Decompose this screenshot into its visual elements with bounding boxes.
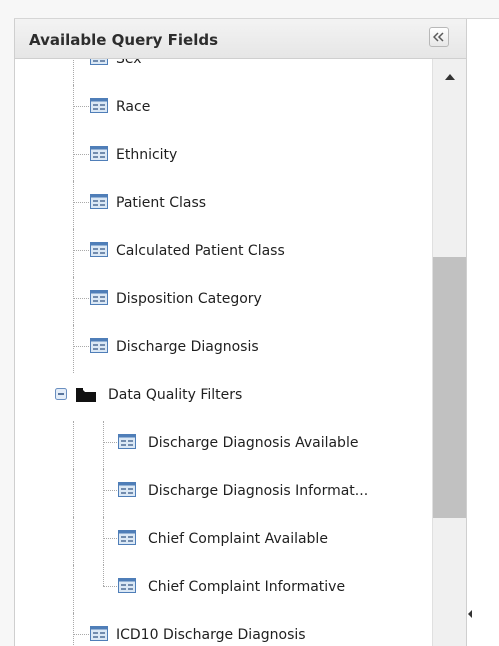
tree-item[interactable]: Discharge Diagnosis Available bbox=[15, 421, 430, 469]
app-canvas: Available Query Fields Sex Race Ethnicity P… bbox=[0, 0, 499, 646]
tree-item-label: Discharge Diagnosis Informat... bbox=[148, 483, 369, 499]
query-fields-tree: Sex Race Ethnicity Patient Class Calculated … bbox=[15, 59, 430, 646]
tree-item-label: ICD10 Discharge Diagnosis bbox=[116, 627, 306, 643]
tree-connector-line bbox=[103, 490, 117, 491]
query-field-icon bbox=[118, 578, 136, 593]
tree-item-label: Race bbox=[116, 99, 151, 115]
tree-connector-line bbox=[73, 154, 89, 155]
tree-item-label: Calculated Patient Class bbox=[116, 243, 285, 259]
tree-connector-line bbox=[73, 106, 89, 107]
splitter-grip-icon[interactable] bbox=[467, 602, 473, 626]
query-field-icon bbox=[90, 290, 108, 305]
double-chevron-left-icon bbox=[433, 32, 444, 42]
tree-connector-line bbox=[73, 202, 89, 203]
query-field-icon bbox=[90, 242, 108, 257]
scroll-up-button[interactable] bbox=[433, 59, 466, 93]
left-gutter bbox=[0, 0, 14, 646]
tree-item-label: Sex bbox=[116, 59, 142, 67]
tree-item[interactable]: Disposition Category bbox=[15, 277, 430, 325]
tree-connector-line bbox=[73, 59, 74, 85]
tree-item[interactable]: Race bbox=[15, 85, 430, 133]
tree-connector-line bbox=[103, 442, 117, 443]
tree-connector-line bbox=[103, 421, 104, 469]
tree-connector-line bbox=[73, 421, 74, 469]
tree-item[interactable]: Ethnicity bbox=[15, 133, 430, 181]
query-field-icon bbox=[118, 530, 136, 545]
tree-item-label: Chief Complaint Informative bbox=[148, 579, 346, 595]
query-field-icon bbox=[90, 98, 108, 113]
collapse-node-icon[interactable] bbox=[55, 388, 67, 400]
collapse-panel-button[interactable] bbox=[429, 27, 449, 47]
tree-connector-line bbox=[103, 469, 104, 517]
tree-item-label: Ethnicity bbox=[116, 147, 178, 163]
tree-item[interactable]: Chief Complaint Available bbox=[15, 517, 430, 565]
tree-item-label: Disposition Category bbox=[116, 291, 262, 307]
tree-connector-line bbox=[73, 277, 74, 325]
tree-connector-line bbox=[73, 325, 74, 373]
query-field-icon bbox=[118, 482, 136, 497]
query-field-icon bbox=[118, 434, 136, 449]
tree-item[interactable]: Discharge Diagnosis bbox=[15, 325, 430, 373]
tree-connector-line bbox=[73, 346, 89, 347]
tree-connector-line bbox=[103, 565, 104, 586]
tree-item-label: Data Quality Filters bbox=[108, 387, 243, 403]
top-toolbar-strip bbox=[14, 0, 499, 18]
tree-connector-line bbox=[103, 586, 117, 587]
tree-item[interactable]: ICD10 Discharge Diagnosis bbox=[15, 613, 430, 646]
tree-item-label: Discharge Diagnosis Available bbox=[148, 435, 359, 451]
tree-connector-line bbox=[73, 517, 74, 565]
query-field-icon bbox=[90, 146, 108, 161]
tree-item[interactable]: Discharge Diagnosis Informat... bbox=[15, 469, 430, 517]
tree-connector-line bbox=[73, 565, 74, 613]
tree-connector-line bbox=[73, 85, 74, 133]
tree-item-label: Chief Complaint Available bbox=[148, 531, 328, 547]
tree-connector-line bbox=[73, 250, 89, 251]
tree-item-label: Discharge Diagnosis bbox=[116, 339, 259, 355]
folder-open-icon bbox=[76, 388, 96, 402]
tree-connector-line bbox=[73, 613, 74, 646]
query-field-icon bbox=[90, 338, 108, 353]
tree-item-label: Patient Class bbox=[116, 195, 207, 211]
tree-connector-line bbox=[103, 517, 104, 565]
query-field-icon bbox=[90, 194, 108, 209]
tree-connector-line bbox=[73, 298, 89, 299]
query-field-icon bbox=[90, 59, 108, 65]
panel-title: Available Query Fields bbox=[29, 31, 219, 49]
results-area bbox=[467, 19, 499, 646]
tree-item[interactable]: Calculated Patient Class bbox=[15, 229, 430, 277]
tree-connector-line bbox=[73, 469, 74, 517]
vertical-scrollbar[interactable] bbox=[432, 59, 466, 646]
tree-folder[interactable]: Data Quality Filters bbox=[15, 373, 430, 421]
scrollbar-thumb[interactable] bbox=[433, 256, 466, 518]
tree-connector-line bbox=[73, 229, 74, 277]
tree-connector-line bbox=[73, 133, 74, 181]
tree-item[interactable]: Sex bbox=[15, 59, 430, 85]
tree-connector-line bbox=[103, 538, 117, 539]
query-fields-panel: Available Query Fields Sex Race Ethnicity P… bbox=[14, 19, 467, 646]
scroll-up-arrow-icon bbox=[445, 74, 455, 80]
panel-header: Available Query Fields bbox=[15, 19, 466, 59]
tree-item[interactable]: Patient Class bbox=[15, 181, 430, 229]
tree-connector-line bbox=[73, 181, 74, 229]
tree-connector-line bbox=[73, 634, 89, 635]
tree-item[interactable]: Chief Complaint Informative bbox=[15, 565, 430, 613]
query-field-icon bbox=[90, 626, 108, 641]
